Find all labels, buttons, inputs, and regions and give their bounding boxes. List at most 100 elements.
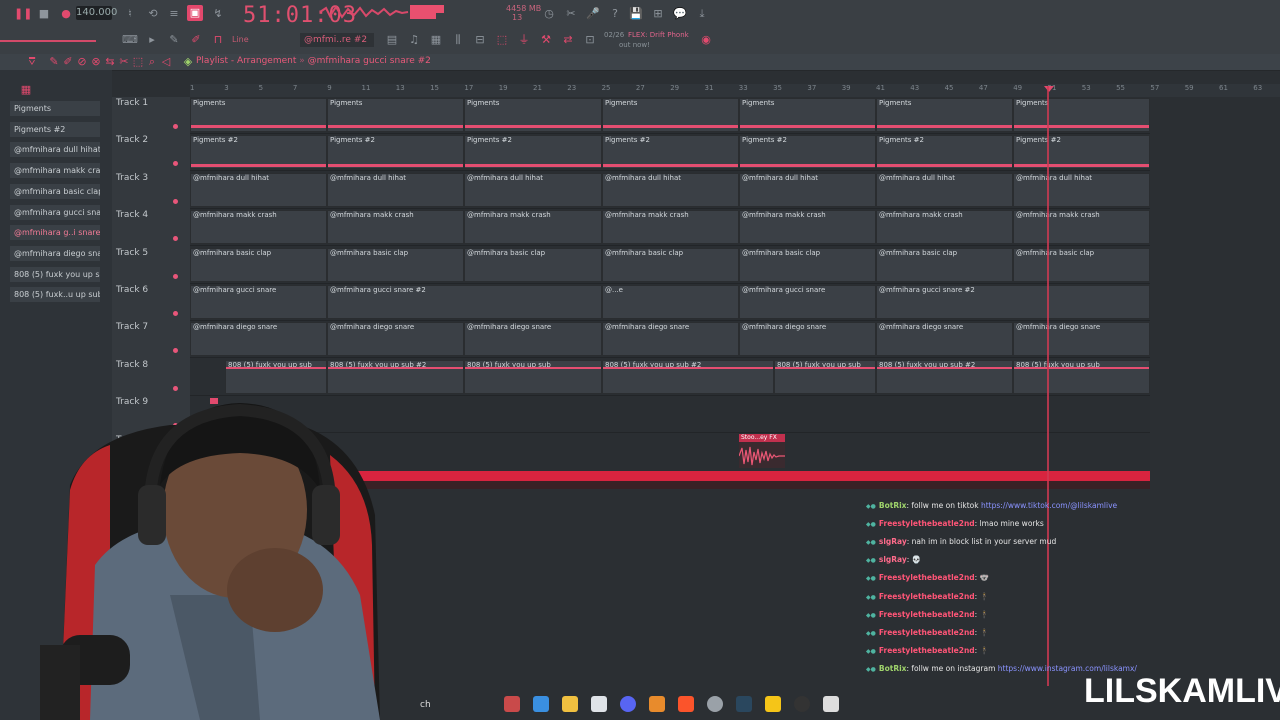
pattern-clip[interactable]: @mfmihara gucci snare #2	[876, 285, 1150, 319]
pattern-clip[interactable]: Pigments #2	[876, 135, 1013, 170]
fx-clip[interactable]: Stoo...ey FX	[739, 434, 785, 468]
pattern-clip[interactable]: @mfmihara diego snare	[602, 322, 739, 357]
chat-username[interactable]: Freestylethebeatle2nd	[879, 646, 975, 655]
pattern-clip[interactable]: @mfmihara basic clap	[876, 247, 1013, 282]
pattern-clip[interactable]: @mfmihara dull hihat	[1013, 172, 1150, 207]
connect-icon[interactable]: ⏚	[516, 32, 532, 48]
pattern-clip[interactable]: @mfmihara makk crash	[464, 210, 602, 245]
pattern-clip[interactable]: @mfmihara gucci snare	[190, 285, 327, 319]
save-icon[interactable]: 💾	[628, 6, 644, 22]
pattern-clip[interactable]: @mfmihara dull hihat	[327, 172, 464, 207]
browser-icon[interactable]: ⊟	[472, 32, 488, 48]
pattern-clip[interactable]: Pigments	[876, 98, 1013, 132]
pattern-clip[interactable]: @mfmihara makk crash	[1013, 210, 1150, 245]
link-icon[interactable]: ⇄	[560, 32, 576, 48]
picker-item[interactable]: @mfmihara basic clap	[10, 183, 100, 199]
timeline-ruler[interactable]: 1 3 5 7 9 11 13 15 17 19 21 23 25 27 29 31 33 35 37 39 41 43 4…	[190, 84, 1280, 97]
pattern-clip[interactable]: @mfmihara dull hihat	[602, 172, 739, 207]
fl-logo-icon[interactable]: ◉	[698, 32, 714, 48]
magnet-icon[interactable]: ⊓	[210, 32, 226, 48]
pattern-song-toggle[interactable]: ▣	[187, 5, 203, 21]
pattern-clip[interactable]: Pigments	[602, 98, 739, 132]
step-icon[interactable]: ≡	[166, 6, 182, 22]
pattern-clip[interactable]: @mfmihara makk crash	[327, 210, 464, 245]
main-volume-slider[interactable]	[0, 40, 96, 42]
snap-label[interactable]: Line	[232, 35, 249, 44]
picker-grid-icon[interactable]: ▦	[18, 82, 34, 98]
steam-icon[interactable]	[736, 696, 752, 712]
pattern-clip[interactable]: Pigments	[190, 98, 327, 132]
picker-item[interactable]: @mfmihara dull hihat	[10, 142, 100, 158]
tempo-display[interactable]: 140.000	[76, 6, 117, 20]
chat-link[interactable]: https://www.tiktok.com/@lilskamlive	[981, 501, 1117, 510]
taskbar-search[interactable]: ch	[420, 700, 431, 710]
tempo-tap-icon[interactable]: ⊡	[582, 32, 598, 48]
mic-icon[interactable]: 🎤	[585, 6, 601, 22]
playlist-icon[interactable]: ▤	[384, 32, 400, 48]
chat-username[interactable]: Freestylethebeatle2nd	[879, 592, 975, 601]
pattern-clip[interactable]: @mfmihara makk crash	[739, 210, 876, 245]
chat-username[interactable]: Freestylethebeatle2nd	[879, 519, 975, 528]
playhead-marker[interactable]	[1044, 86, 1054, 92]
pattern-clip[interactable]: @mfmihara diego snare	[739, 322, 876, 357]
pattern-clip[interactable]: 808 (5) fuxk you up sub	[464, 359, 602, 394]
settings-icon[interactable]	[823, 696, 839, 712]
pattern-clip[interactable]: @mfmihara dull hihat	[464, 172, 602, 207]
pattern-clip[interactable]: @mfmihara makk crash	[876, 210, 1013, 245]
pattern-clip[interactable]: Pigments #2	[739, 135, 876, 170]
picker-item[interactable]: 808 (5) fuxk..u up sub #2	[10, 287, 100, 303]
record-icon[interactable]: ●	[58, 6, 74, 22]
loop-icon[interactable]: ⟲	[145, 6, 161, 22]
pattern-clip[interactable]: @mfmihara diego snare	[190, 322, 327, 357]
chat-username[interactable]: slgRay	[879, 555, 907, 564]
track-name[interactable]: Track 7	[116, 322, 148, 332]
track-mute-led[interactable]	[173, 385, 178, 391]
pattern-clip[interactable]: 808 (5) fuxk you up sub #2	[876, 359, 1013, 394]
pattern-clip[interactable]: 808 (5) fuxk you up sub #2	[327, 359, 464, 394]
tool-icon[interactable]: ⚒	[538, 32, 554, 48]
pencil-icon[interactable]: ✎	[166, 32, 182, 48]
4k-icon[interactable]	[794, 696, 810, 712]
track-name[interactable]: Track 3	[116, 173, 148, 183]
piano-roll-icon[interactable]: ♫	[406, 32, 422, 48]
fl-studio-icon[interactable]	[649, 696, 665, 712]
picker-item[interactable]: @mfmihara makk crash	[10, 163, 100, 179]
edge-icon[interactable]	[533, 696, 549, 712]
pattern-clip[interactable]: @mfmihara basic clap	[327, 247, 464, 282]
stop-icon[interactable]: ■	[36, 6, 52, 22]
pattern-clip[interactable]: Pigments	[1013, 98, 1150, 132]
track-name[interactable]: Track 2	[116, 135, 148, 145]
picker-item[interactable]: Pigments #2	[10, 121, 100, 137]
chat-username[interactable]: BotRix	[879, 501, 907, 510]
file-explorer-icon[interactable]	[562, 696, 578, 712]
track-mute-led[interactable]	[173, 198, 178, 204]
automation-clip[interactable]	[326, 471, 1150, 481]
pattern-clip[interactable]: Pigments #2	[1013, 135, 1150, 170]
track-name[interactable]: Track 1	[116, 98, 148, 108]
picker-item[interactable]: @mfmihara gucci snare	[10, 204, 100, 220]
pattern-clip[interactable]: 808 (5) fuxk you up sub #2	[602, 359, 774, 394]
pattern-clip[interactable]: @mfmihara basic clap	[602, 247, 739, 282]
track-mute-led[interactable]	[173, 273, 178, 279]
pattern-clip[interactable]: Pigments #2	[464, 135, 602, 170]
picker-item[interactable]: 808 (5) fuxk you up sub	[10, 266, 100, 282]
pattern-clip[interactable]: @mfmihara makk crash	[602, 210, 739, 245]
widgets-icon[interactable]	[504, 696, 520, 712]
pattern-clip[interactable]: 808 (5) fuxk you up sub	[1013, 359, 1150, 394]
picker-item[interactable]: @mfmihara g..i snare #2	[10, 225, 100, 241]
track-name[interactable]: Track 4	[116, 210, 148, 220]
chat-username[interactable]: Freestylethebeatle2nd	[879, 628, 975, 637]
pattern-clip[interactable]: @mfmihara diego snare	[327, 322, 464, 357]
pattern-clip[interactable]: @mfmihara diego snare	[464, 322, 602, 357]
download-icon[interactable]: ⤓	[694, 6, 710, 22]
chat-icon[interactable]: 💬	[672, 6, 688, 22]
pattern-clip[interactable]: @mfmihara diego snare	[1013, 322, 1150, 357]
track-mute-led[interactable]	[173, 311, 178, 316]
mixer-fader-icon[interactable]: ⫼	[450, 32, 466, 48]
store-icon[interactable]	[591, 696, 607, 712]
metronome-icon[interactable]: ♮	[122, 6, 138, 22]
play-arrow-icon[interactable]: ▸	[144, 32, 160, 48]
pattern-clip[interactable]: Pigments #2	[327, 135, 464, 170]
pattern-clip[interactable]: @mfmihara dull hihat	[190, 172, 327, 207]
pattern-clip[interactable]: @mfmihara makk crash	[190, 210, 327, 245]
